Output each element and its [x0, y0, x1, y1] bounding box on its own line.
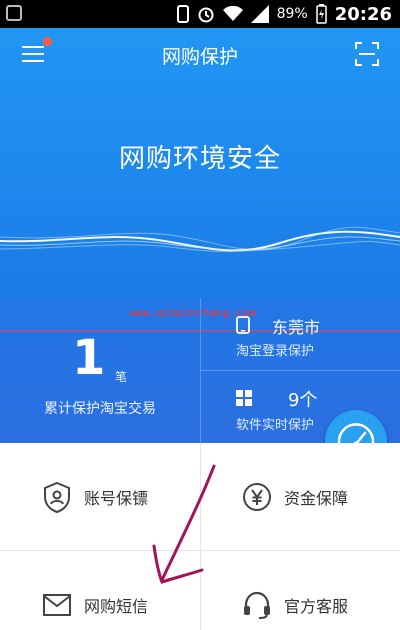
shopping-sms-item[interactable]: 网购短信 — [42, 585, 148, 625]
protected-count: 1 — [72, 330, 106, 386]
login-protection-label: 淘宝登录保护 — [236, 344, 315, 359]
fund-guarantee-label: 资金保障 — [284, 489, 349, 508]
security-headline: 网购环境安全 — [118, 144, 281, 174]
scan-icon — [355, 42, 379, 66]
signal-icon — [250, 5, 269, 23]
windows-icon — [236, 390, 252, 406]
hero-panel: 网购保护 网购环境安全 — [0, 28, 400, 298]
app-header: 网购保护 — [0, 28, 400, 80]
shield-user-icon — [44, 481, 70, 513]
account-guard-label: 账号保镖 — [84, 489, 149, 508]
scan-button[interactable] — [355, 42, 379, 66]
wave-decoration — [0, 226, 400, 252]
headset-icon — [244, 591, 270, 619]
yen-circle-icon — [243, 483, 271, 511]
clock: 20:26 — [334, 3, 392, 25]
fund-guarantee-item[interactable]: 资金保障 — [242, 477, 348, 517]
protected-label: 累计保护淘宝交易 — [44, 401, 156, 417]
customer-service-item[interactable]: 官方客服 — [242, 585, 348, 625]
software-count: 9个 — [288, 390, 318, 411]
protected-unit: 笔 — [115, 370, 128, 384]
wifi-icon — [222, 6, 243, 22]
mail-icon — [43, 594, 71, 616]
notification-icon — [6, 5, 22, 21]
stats-divider — [201, 370, 400, 371]
annotation-line — [0, 330, 400, 331]
phone-icon — [236, 316, 250, 334]
software-protection-label: 软件实时保护 — [236, 418, 315, 433]
page-title: 网购保护 — [161, 46, 238, 68]
account-guard-item[interactable]: 账号保镖 — [42, 477, 148, 517]
login-location: 东莞市 — [272, 318, 321, 337]
battery-percent: 89% — [276, 6, 308, 22]
customer-service-label: 官方客服 — [284, 597, 349, 616]
annotation-arrow-icon — [152, 464, 216, 584]
status-bar: 89% 20:26 — [0, 0, 400, 28]
shopping-sms-label: 网购短信 — [84, 597, 149, 616]
alarm-icon — [197, 5, 215, 23]
phone-outline-icon — [176, 5, 189, 23]
battery-charging-icon — [315, 4, 327, 24]
